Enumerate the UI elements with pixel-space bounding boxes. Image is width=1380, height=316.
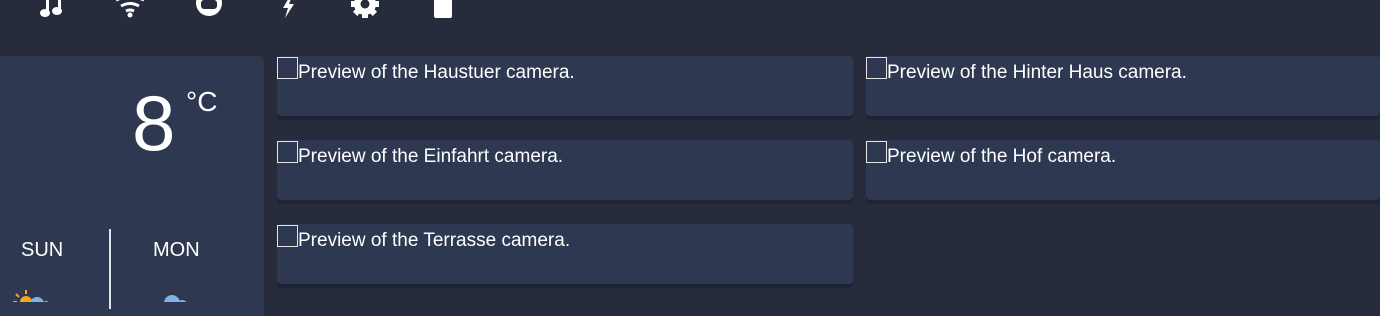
camera-preview-caption: Preview of the Hinter Haus camera. [887,62,1187,83]
face-icon[interactable] [189,0,229,20]
temperature-value: 8 [132,79,176,167]
camera-card-hof[interactable]: Preview of the Hof camera. [866,140,1380,200]
camera-preview-caption: Preview of the Hof camera. [887,146,1117,167]
camera-preview-image[interactable]: Preview of the Terrasse camera. [277,224,570,250]
camera-preview-caption: Preview of the Haustuer camera. [298,62,575,83]
temperature-unit: °C [186,86,218,117]
forecast-divider [109,229,111,309]
camera-preview-image[interactable]: Preview of the Hof camera. [866,140,1116,166]
camera-card-terrasse[interactable]: Preview of the Terrasse camera. [277,224,853,284]
broken-image-icon [277,225,298,247]
camera-preview-caption: Preview of the Einfahrt camera. [298,146,564,167]
broken-image-icon [866,141,887,163]
broken-image-icon [277,57,298,79]
forecast-day-label: MON [153,239,200,261]
gear-icon[interactable] [345,0,385,20]
camera-preview-image[interactable]: Preview of the Hinter Haus camera. [866,56,1187,82]
camera-preview-caption: Preview of the Terrasse camera. [298,230,571,251]
partly-sunny-icon [10,290,50,302]
camera-card-hinter-haus[interactable]: Preview of the Hinter Haus camera. [866,56,1380,116]
battery-icon[interactable] [423,0,463,20]
top-bar [0,0,1380,48]
broken-image-icon [277,141,298,163]
camera-preview-image[interactable]: Preview of the Haustuer camera. [277,56,575,82]
cloud-icon [160,293,190,302]
camera-card-einfahrt[interactable]: Preview of the Einfahrt camera. [277,140,853,200]
lightning-icon[interactable] [268,0,308,20]
wifi-icon[interactable] [110,0,150,20]
camera-card-haustuer[interactable]: Preview of the Haustuer camera. [277,56,853,116]
music-note-icon[interactable] [33,0,73,20]
forecast-day-label: SUN [21,239,64,261]
broken-image-icon [866,57,887,79]
camera-preview-image[interactable]: Preview of the Einfahrt camera. [277,140,563,166]
